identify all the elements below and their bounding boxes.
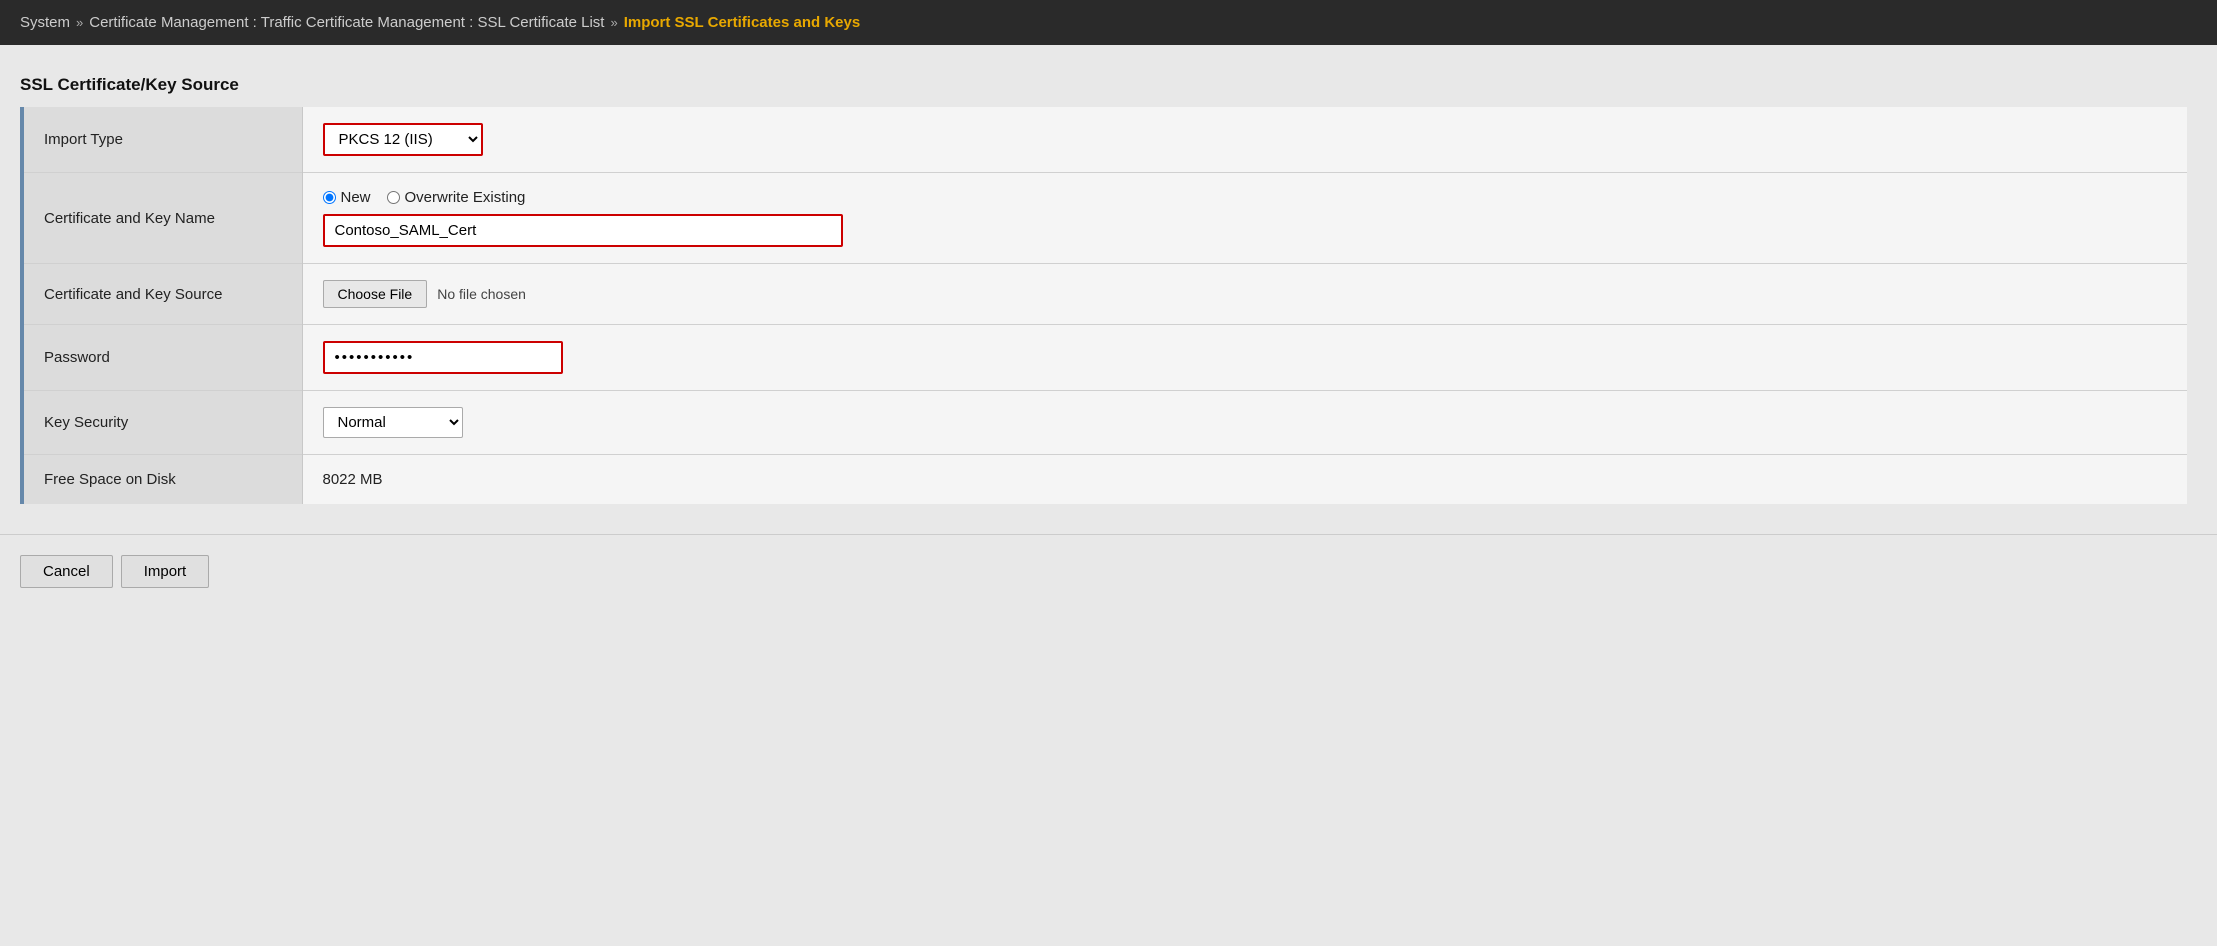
main-content: SSL Certificate/Key Source Import Type P… [0,45,2217,534]
password-input[interactable] [323,341,563,374]
file-input-area: Choose File No file chosen [323,280,2168,308]
radio-overwrite-text: Overwrite Existing [405,189,526,206]
password-label: Password [22,325,302,391]
choose-file-button[interactable]: Choose File [323,280,428,308]
breadcrumb-sep-1: » [76,15,83,30]
import-type-label: Import Type [22,107,302,173]
row-cert-source: Certificate and Key Source Choose File N… [22,264,2187,325]
import-button[interactable]: Import [121,555,210,588]
radio-group: New Overwrite Existing [323,189,2168,206]
cert-name-input[interactable] [323,214,843,247]
radio-new-label[interactable]: New [323,189,371,206]
radio-new[interactable] [323,191,336,204]
row-import-type: Import Type PKCS 12 (IIS) PEM/DER PKCS7 … [22,107,2187,173]
password-value-cell [302,325,2187,391]
row-password: Password [22,325,2187,391]
free-space-value-cell: 8022 MB [302,455,2187,505]
free-space-label: Free Space on Disk [22,455,302,505]
no-file-text: No file chosen [437,286,526,302]
breadcrumb-current: Import SSL Certificates and Keys [624,14,860,31]
key-security-label: Key Security [22,391,302,455]
row-cert-key-name: Certificate and Key Name New Overwrite E… [22,173,2187,264]
row-free-space: Free Space on Disk 8022 MB [22,455,2187,505]
key-security-select[interactable]: Normal High [323,407,463,438]
footer-buttons: Cancel Import [0,534,2217,608]
breadcrumb-bar: System » Certificate Management : Traffi… [0,0,2217,45]
cert-key-name-value-cell: New Overwrite Existing [302,173,2187,264]
radio-overwrite-label[interactable]: Overwrite Existing [387,189,526,206]
breadcrumb-system: System [20,14,70,31]
key-security-value-cell: Normal High [302,391,2187,455]
cancel-button[interactable]: Cancel [20,555,113,588]
row-key-security: Key Security Normal High [22,391,2187,455]
breadcrumb-sep-2: » [610,15,617,30]
section-title: SSL Certificate/Key Source [20,75,2187,95]
radio-overwrite[interactable] [387,191,400,204]
radio-new-text: New [341,189,371,206]
breadcrumb-middle: Certificate Management : Traffic Certifi… [89,14,604,31]
free-space-value: 8022 MB [323,471,383,488]
import-type-select[interactable]: PKCS 12 (IIS) PEM/DER PKCS7 Local (CSR) [323,123,483,156]
cert-source-value-cell: Choose File No file chosen [302,264,2187,325]
form-table: Import Type PKCS 12 (IIS) PEM/DER PKCS7 … [20,107,2187,504]
cert-source-label: Certificate and Key Source [22,264,302,325]
import-type-value-cell: PKCS 12 (IIS) PEM/DER PKCS7 Local (CSR) [302,107,2187,173]
cert-key-name-label: Certificate and Key Name [22,173,302,264]
